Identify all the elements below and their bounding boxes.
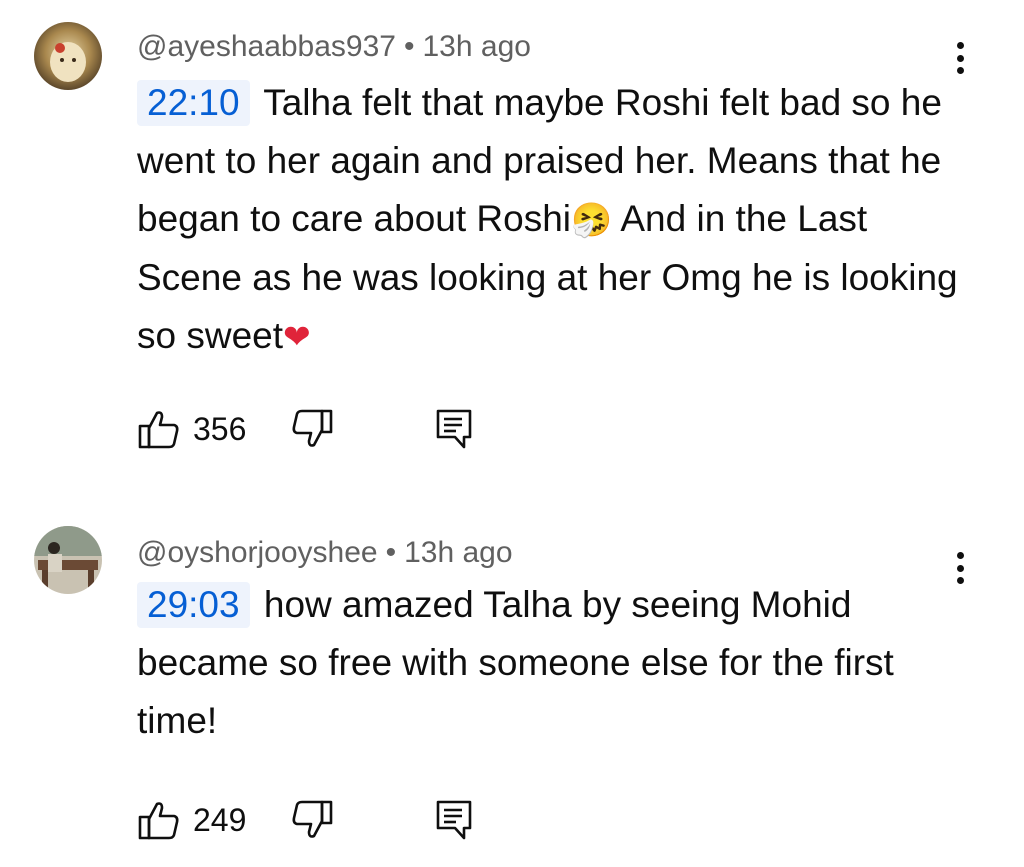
comment-meta: @oyshorjooyshee • 13h ago bbox=[137, 536, 513, 570]
avatar[interactable] bbox=[34, 22, 102, 90]
meta-separator: • bbox=[403, 30, 415, 63]
comment-actions: 249 bbox=[137, 795, 474, 845]
comment: @oyshorjooyshee • 13h ago 29:03 how amazed… bbox=[0, 490, 1024, 867]
like-count: 249 bbox=[193, 801, 247, 838]
like-button[interactable]: 356 bbox=[137, 407, 290, 451]
like-count: 356 bbox=[193, 410, 247, 447]
thumb-up-icon bbox=[138, 411, 179, 449]
comment-reply-icon bbox=[437, 800, 472, 840]
comment-reply-icon bbox=[437, 409, 472, 449]
thumb-up-icon bbox=[138, 802, 179, 840]
author-handle[interactable]: @oyshorjooyshee bbox=[137, 536, 378, 569]
sneezing-face-emoji: 🤧 bbox=[571, 200, 613, 239]
reply-button[interactable] bbox=[334, 407, 474, 451]
reply-button[interactable] bbox=[334, 798, 474, 842]
timestamp-link[interactable]: 22:10 bbox=[137, 80, 250, 126]
comment: @ayeshaabbas937 • 13h ago 22:10 Talha felt… bbox=[0, 0, 1024, 490]
dislike-button[interactable] bbox=[290, 798, 334, 842]
timestamp-link[interactable]: 29:03 bbox=[137, 582, 250, 628]
comment-actions: 356 bbox=[137, 404, 474, 454]
comment-time: 13h ago bbox=[404, 536, 513, 569]
avatar[interactable] bbox=[34, 526, 102, 594]
like-button[interactable]: 249 bbox=[137, 798, 290, 842]
meta-separator: • bbox=[385, 536, 397, 569]
comment-meta: @ayeshaabbas937 • 13h ago bbox=[137, 30, 531, 64]
red-heart-emoji: ❤ bbox=[283, 317, 311, 356]
author-handle[interactable]: @ayeshaabbas937 bbox=[137, 30, 396, 63]
comment-text: 29:03 how amazed Talha by seeing Mohid b… bbox=[137, 576, 967, 750]
comment-time: 13h ago bbox=[422, 30, 531, 63]
comment-text-part: how amazed Talha by seeing Mohid became … bbox=[137, 584, 894, 741]
comment-text: 22:10 Talha felt that maybe Roshi felt b… bbox=[137, 74, 967, 366]
thumb-down-icon bbox=[292, 409, 333, 447]
thumb-down-icon bbox=[292, 800, 333, 838]
dislike-button[interactable] bbox=[290, 407, 334, 451]
